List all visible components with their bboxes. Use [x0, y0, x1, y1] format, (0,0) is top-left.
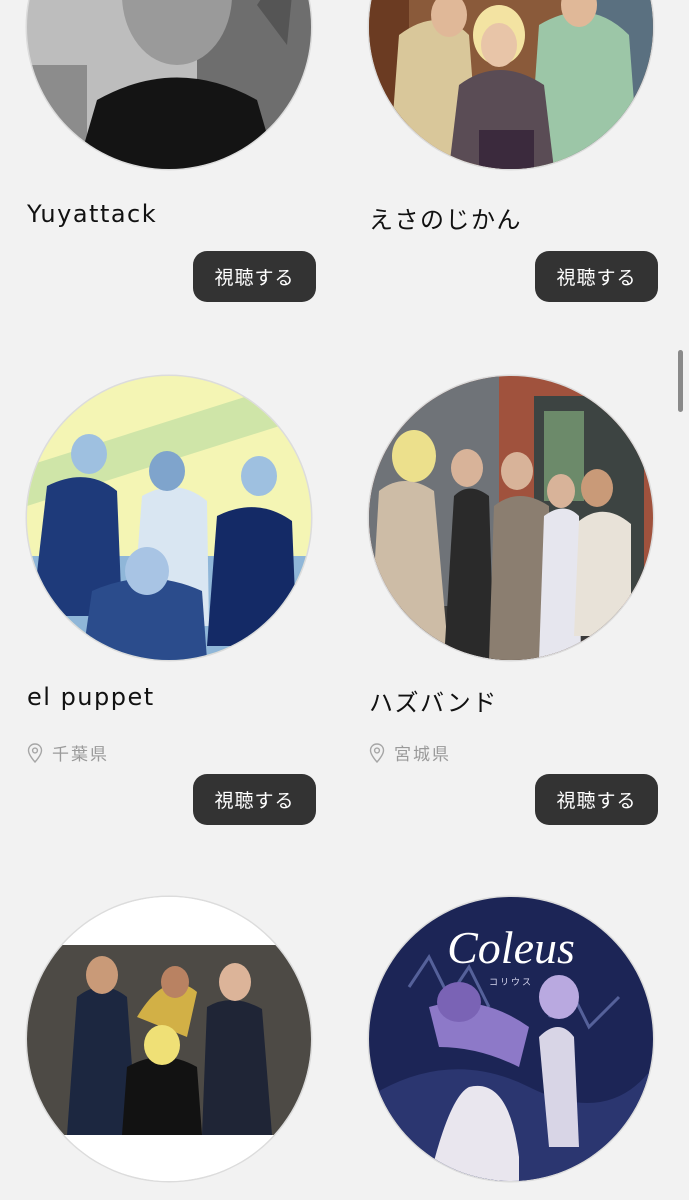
listen-button[interactable]: 視聴する: [193, 251, 316, 302]
artist-location: 千葉県: [27, 740, 109, 765]
map-pin-icon: [27, 742, 43, 763]
band-by-brick-wall-photo: [369, 376, 653, 660]
artist-photo[interactable]: [369, 376, 653, 660]
artist-photo[interactable]: [27, 376, 311, 660]
listen-button[interactable]: 視聴する: [535, 251, 658, 302]
bw-portrait-photo: [27, 0, 311, 169]
artist-name[interactable]: えさのじかん: [369, 200, 522, 235]
band-dark-studio-photo: [27, 897, 311, 1181]
listen-button[interactable]: 視聴する: [535, 774, 658, 825]
artist-location: 宮城県: [369, 740, 451, 765]
map-pin-icon: [369, 742, 385, 763]
artist-list-page: Yuyattack 視聴する えさのじかん 視聴する el puppet 千葉県…: [0, 0, 689, 1200]
location-label: 宮城県: [394, 745, 451, 765]
artist-photo[interactable]: Coleus コリウス: [369, 897, 653, 1181]
artwork-title: Coleus: [447, 922, 575, 973]
artist-name[interactable]: ハズバンド: [369, 683, 498, 718]
artist-photo[interactable]: [369, 0, 653, 169]
listen-button[interactable]: 視聴する: [193, 774, 316, 825]
artist-name[interactable]: Yuyattack: [27, 200, 157, 228]
group-sitting-photo: [369, 0, 653, 169]
location-label: 千葉県: [52, 745, 109, 765]
coleus-artwork: Coleus コリウス: [369, 897, 653, 1181]
artwork-subtitle: コリウス: [489, 977, 533, 988]
artist-photo[interactable]: [27, 0, 311, 169]
blue-yellow-band-photo: [27, 376, 311, 660]
artist-photo[interactable]: [27, 897, 311, 1181]
scrollbar-thumb[interactable]: [678, 350, 683, 412]
artist-name[interactable]: el puppet: [27, 683, 155, 711]
